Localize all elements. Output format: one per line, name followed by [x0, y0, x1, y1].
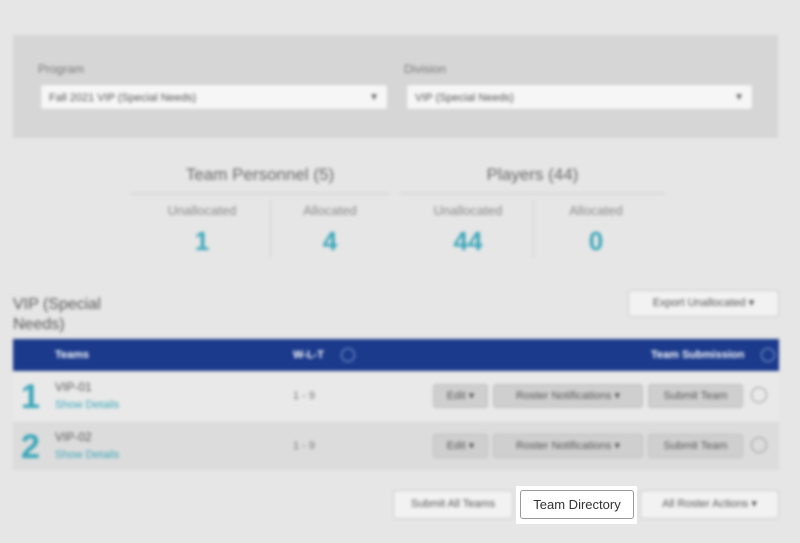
players-allocated-label: Allocated: [569, 203, 623, 218]
team-directory-button[interactable]: Team Directory: [520, 490, 634, 519]
personnel-allocated-label: Allocated: [303, 203, 357, 218]
info-icon[interactable]: [341, 348, 355, 362]
chevron-down-icon: ▼: [734, 92, 744, 103]
edit-button[interactable]: Edit ▾: [433, 384, 488, 408]
division-label: Division: [404, 62, 447, 76]
team-record: 1 - 9: [293, 390, 316, 402]
submit-team-button[interactable]: Submit Team: [648, 434, 743, 458]
edit-button[interactable]: Edit ▾: [433, 434, 488, 458]
personnel-title: Team Personnel (5): [185, 165, 335, 184]
program-select-value: Fall 2021 VIP (Special Needs): [49, 92, 197, 104]
filter-panel: Program Fall 2021 VIP (Special Needs) ▼ …: [13, 35, 778, 138]
personnel-unallocated-value[interactable]: 1: [142, 226, 262, 257]
row-options-icon[interactable]: [751, 437, 767, 453]
team-record: 1 - 9: [293, 440, 316, 452]
submit-all-teams-button[interactable]: Submit All Teams: [393, 490, 513, 519]
divider: [130, 193, 390, 194]
divider: [400, 193, 665, 194]
col-teams[interactable]: Teams: [55, 349, 89, 361]
row-options-icon[interactable]: [751, 387, 767, 403]
chevron-down-icon: ▼: [369, 92, 379, 103]
players-allocated-value[interactable]: 0: [536, 226, 656, 257]
players-unallocated-value[interactable]: 44: [408, 226, 528, 257]
show-details-link[interactable]: Show Details: [55, 449, 119, 461]
teams-table-header: Teams W-L-T Team Submission: [13, 339, 779, 371]
table-row: 1 VIP-01 Show Details 1 - 9 Edit ▾ Roste…: [13, 372, 779, 420]
roster-notifications-button[interactable]: Roster Notifications ▾: [493, 434, 643, 458]
program-label: Program: [38, 62, 85, 76]
col-submission[interactable]: Team Submission: [651, 349, 744, 361]
export-unallocated-button[interactable]: Export Unallocated ▾: [628, 290, 779, 317]
personnel-allocated-value[interactable]: 4: [270, 226, 390, 257]
team-name: VIP-01: [55, 380, 92, 394]
division-select-value: VIP (Special Needs): [415, 92, 514, 104]
show-details-link[interactable]: Show Details: [55, 399, 119, 411]
all-roster-actions-button[interactable]: All Roster Actions ▾: [640, 490, 779, 519]
col-record[interactable]: W-L-T: [293, 349, 324, 361]
personnel-unallocated-label: Unallocated: [167, 203, 237, 218]
division-select[interactable]: VIP (Special Needs) ▼: [406, 84, 753, 110]
roster-notifications-button[interactable]: Roster Notifications ▾: [493, 384, 643, 408]
submit-team-button[interactable]: Submit Team: [648, 384, 743, 408]
table-row: 2 VIP-02 Show Details 1 - 9 Edit ▾ Roste…: [13, 422, 779, 470]
division-heading: VIP (Special Needs): [13, 296, 101, 333]
program-select[interactable]: Fall 2021 VIP (Special Needs) ▼: [40, 84, 388, 110]
info-icon[interactable]: [761, 348, 775, 362]
team-name: VIP-02: [55, 430, 92, 444]
players-unallocated-label: Unallocated: [433, 203, 503, 218]
row-number: 1: [21, 378, 40, 416]
row-number: 2: [21, 428, 40, 466]
divider: [533, 200, 534, 258]
players-title: Players (44): [486, 165, 579, 184]
